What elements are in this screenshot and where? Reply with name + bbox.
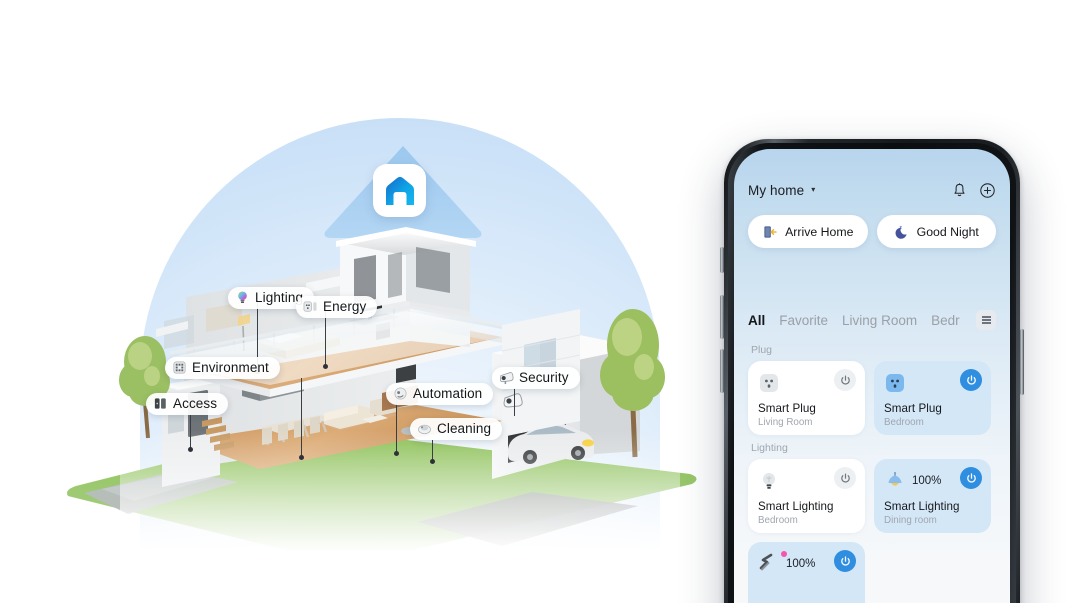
home-selector-label[interactable]: My home <box>748 183 804 198</box>
section-title-lighting: Lighting <box>751 442 788 454</box>
tab-all[interactable]: All <box>748 313 765 328</box>
brightness-value: 100% <box>786 558 816 570</box>
leader-dot-energy <box>322 364 328 369</box>
outlet-icon <box>758 372 780 394</box>
power-toggle[interactable] <box>834 467 856 489</box>
hotspot-label: Automation <box>413 386 483 401</box>
plug-meter-icon <box>303 299 318 314</box>
device-card-smart-plug-bedroom[interactable]: Smart Plug Bedroom <box>874 361 991 435</box>
moon-sleep-icon: z <box>894 224 910 240</box>
room-tabs: All Favorite Living Room Bedr <box>734 308 1010 332</box>
mute-switch[interactable] <box>720 247 724 273</box>
hotspot-cleaning[interactable]: Cleaning <box>410 418 503 440</box>
lighting-cards: Smart Lighting Bedroom 100% Smart Lighti… <box>748 459 996 603</box>
hotspot-energy[interactable]: Energy <box>296 296 378 318</box>
leader-line-security <box>514 388 516 416</box>
brightness-value: 100% <box>912 475 942 487</box>
hotspot-security[interactable]: Security <box>492 367 580 389</box>
device-grid: Plug Smart Plug Living Room Smart Plug B… <box>734 337 1010 603</box>
leader-dot-access <box>187 447 193 452</box>
sensor-icon <box>172 360 187 375</box>
hotspot-label: Energy <box>323 299 367 314</box>
device-room: Dining room <box>884 515 937 526</box>
camera-icon <box>499 370 514 385</box>
outlet-icon <box>884 372 906 394</box>
hotspot-label: Cleaning <box>437 421 492 436</box>
hotspot-label: Access <box>173 396 218 411</box>
strip-light-icon <box>758 553 780 575</box>
phone-screen: My home ▾ Arrive Home z Good Night All F… <box>734 149 1010 603</box>
door-arrive-icon <box>762 224 778 240</box>
device-card-strip-light[interactable]: 100% <box>748 542 865 603</box>
notification-bell-icon[interactable] <box>951 182 968 199</box>
device-name: Smart Lighting <box>758 500 834 513</box>
device-card-smart-lighting-dining-room[interactable]: 100% Smart Lighting Dining room <box>874 459 991 533</box>
leader-dot-cleaning <box>429 459 435 464</box>
scene-label: Good Night <box>916 224 979 239</box>
tab-menu-icon[interactable] <box>976 310 996 330</box>
leader-line-access <box>190 415 192 449</box>
hotspot-environment[interactable]: Environment <box>165 357 280 379</box>
scene-good-night[interactable]: z Good Night <box>876 215 996 248</box>
screenshot-root: Lighting Energy Environment Access Autom… <box>0 0 1068 603</box>
smart-home-logo <box>373 164 426 217</box>
device-card-smart-plug-living-room[interactable]: Smart Plug Living Room <box>748 361 865 435</box>
door-lock-icon <box>153 396 168 411</box>
hotspot-label: Environment <box>192 360 269 375</box>
volume-up-button[interactable] <box>720 295 724 339</box>
app-header: My home ▾ <box>734 176 1010 204</box>
power-toggle[interactable] <box>960 467 982 489</box>
tab-bedroom[interactable]: Bedr <box>931 313 960 328</box>
plug-cards: Smart Plug Living Room Smart Plug Bedroo… <box>748 361 996 435</box>
device-name: Smart Plug <box>884 402 942 415</box>
volume-down-button[interactable] <box>720 349 724 393</box>
tab-favorite[interactable]: Favorite <box>779 313 828 328</box>
device-room: Living Room <box>758 417 813 428</box>
leader-line-environment <box>301 378 303 458</box>
tree-left <box>118 330 174 445</box>
bulb-device-icon <box>758 470 780 492</box>
scene-shortcuts: Arrive Home z Good Night <box>734 215 1010 248</box>
power-button[interactable] <box>1020 329 1024 395</box>
phone-mockup: My home ▾ Arrive Home z Good Night All F… <box>714 139 1034 603</box>
device-room: Bedroom <box>884 417 924 428</box>
power-toggle[interactable] <box>834 550 856 572</box>
bottom-white-fade <box>120 430 680 603</box>
pendant-lamp-icon <box>884 470 906 492</box>
scene-arrive-home[interactable]: Arrive Home <box>748 215 868 248</box>
status-bar <box>734 149 1010 179</box>
device-name: Smart Lighting <box>884 500 960 513</box>
leader-dot-environment <box>298 455 304 460</box>
chevron-down-icon[interactable]: ▾ <box>811 186 815 194</box>
leader-dot-automation <box>393 451 399 456</box>
color-indicator-dot <box>781 551 787 557</box>
section-title-plug: Plug <box>751 344 773 356</box>
bulb-icon <box>235 290 250 305</box>
hotspot-label: Security <box>519 370 569 385</box>
hotspot-access[interactable]: Access <box>146 393 229 415</box>
tab-living-room[interactable]: Living Room <box>842 313 917 328</box>
device-card-smart-lighting-bedroom[interactable]: Smart Lighting Bedroom <box>748 459 865 533</box>
svg-text:z: z <box>899 225 902 231</box>
power-toggle[interactable] <box>834 369 856 391</box>
scene-label: Arrive Home <box>785 224 854 239</box>
robot-vacuum-icon <box>417 421 432 436</box>
automation-icon <box>393 386 408 401</box>
device-name: Smart Plug <box>758 402 816 415</box>
add-circle-icon[interactable] <box>979 182 996 199</box>
smart-home-illustration: Lighting Energy Environment Access Autom… <box>0 0 730 603</box>
device-room: Bedroom <box>758 515 798 526</box>
power-toggle[interactable] <box>960 369 982 391</box>
hotspot-automation[interactable]: Automation <box>386 383 494 405</box>
